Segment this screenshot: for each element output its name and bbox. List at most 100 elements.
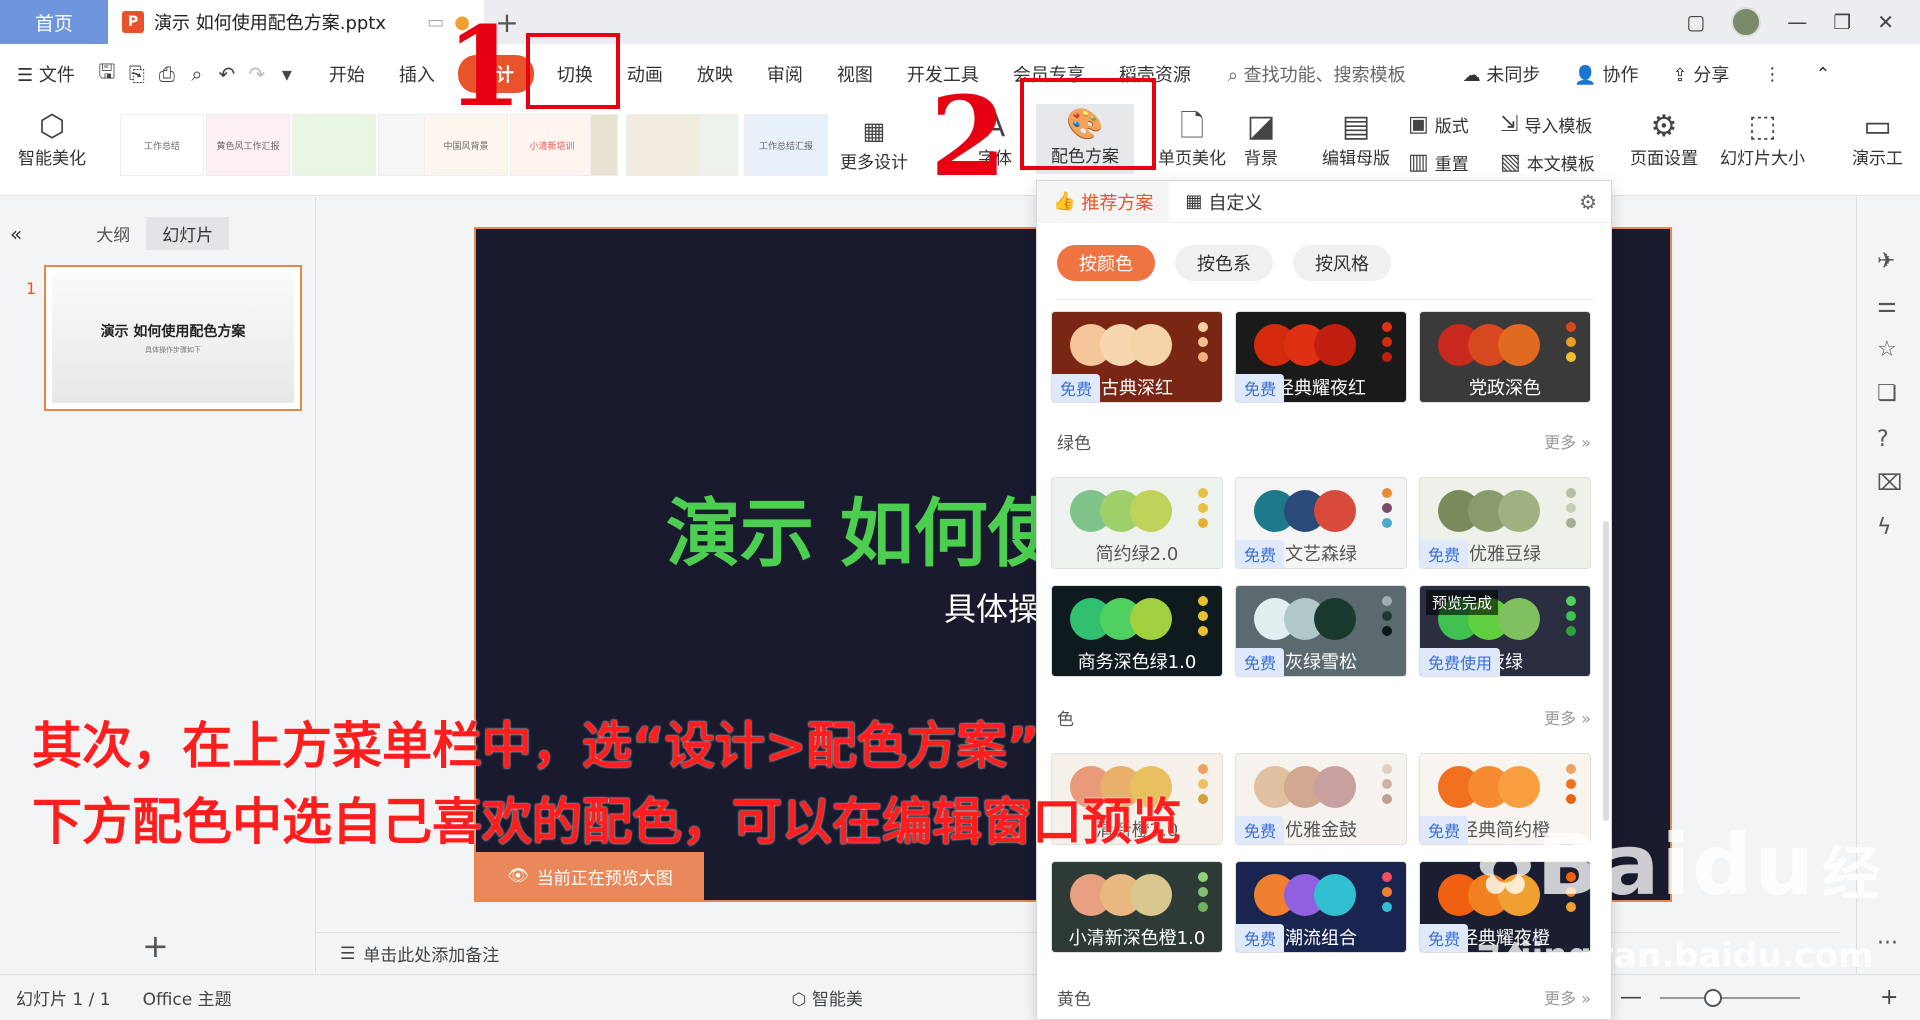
section-more-link[interactable]: 更多 » bbox=[1544, 429, 1591, 453]
help-icon[interactable]: ? bbox=[1877, 427, 1889, 452]
more-design-button[interactable]: ▦ 更多设计 bbox=[840, 114, 908, 173]
section-more-link[interactable]: 更多 » bbox=[1544, 705, 1591, 729]
settings-gear-icon[interactable]: ⚙ bbox=[1579, 190, 1597, 214]
paw-icon: ✿ bbox=[1476, 829, 1537, 911]
background-button[interactable]: ◪ 背景 bbox=[1244, 110, 1278, 170]
template-thumb[interactable]: 工作总结 bbox=[120, 114, 204, 176]
redo-icon[interactable]: ↷ bbox=[242, 62, 272, 86]
export-icon[interactable]: ⎘ bbox=[122, 62, 152, 86]
text-template-button[interactable]: ▧ 本文模板 bbox=[1500, 150, 1595, 175]
share-button[interactable]: ⇪ 分享 bbox=[1656, 61, 1747, 87]
edit-master-button[interactable]: ▤ 编辑母版 bbox=[1322, 110, 1390, 170]
close-icon[interactable]: ✕ bbox=[1877, 10, 1894, 34]
page-beautify-button[interactable]: 🗋 单页美化 bbox=[1158, 110, 1226, 170]
page-setup-button[interactable]: ⚙ 页面设置 bbox=[1630, 110, 1698, 170]
star-icon[interactable]: ☆ bbox=[1877, 337, 1897, 362]
collapse-ribbon-icon[interactable]: ⌃ bbox=[1798, 64, 1847, 85]
template-thumb[interactable]: 黄色风工作汇报 bbox=[206, 114, 290, 176]
scheme-name: 简约绿2.0 bbox=[1095, 544, 1179, 565]
sync-status[interactable]: ☁ 未同步 bbox=[1446, 61, 1558, 87]
slide-title[interactable]: 演示 如何使 bbox=[666, 474, 1062, 581]
file-menu[interactable]: ☰ 文件 bbox=[0, 61, 92, 87]
scheme-card[interactable]: 小清新深色橙1.0 bbox=[1051, 861, 1223, 953]
theme-name[interactable]: Office 主题 bbox=[143, 985, 232, 1010]
image-icon[interactable]: ⌧ bbox=[1877, 471, 1902, 496]
tab-review[interactable]: 审阅 bbox=[750, 61, 820, 87]
filter-by-color[interactable]: 按颜色 bbox=[1057, 245, 1155, 281]
scheme-card[interactable]: 优雅金鼓 免费 bbox=[1235, 753, 1407, 845]
panel-scrollbar[interactable] bbox=[1603, 521, 1609, 821]
accent-dots bbox=[1198, 488, 1208, 528]
scheme-card[interactable]: 党政深色 bbox=[1419, 311, 1591, 403]
monitor-icon[interactable]: ▭ bbox=[427, 12, 444, 33]
accent-dot bbox=[1382, 322, 1392, 332]
scheme-card[interactable]: 文艺森绿 免费 bbox=[1235, 477, 1407, 569]
scrollbar[interactable] bbox=[1812, 217, 1822, 897]
save-icon[interactable]: 🖫 bbox=[92, 57, 122, 91]
tab-animation[interactable]: 动画 bbox=[610, 61, 680, 87]
filter-by-style[interactable]: 按风格 bbox=[1293, 245, 1391, 281]
filter-by-hue[interactable]: 按色系 bbox=[1175, 245, 1273, 281]
scheme-card[interactable]: 古典深红 免费 bbox=[1051, 311, 1223, 403]
lightning-icon[interactable]: ϟ bbox=[1877, 515, 1892, 540]
scheme-card[interactable]: 简约绿2.0 bbox=[1051, 477, 1223, 569]
customize-icon[interactable]: ▾ bbox=[272, 62, 302, 86]
reset-button[interactable]: ▥ 重置 bbox=[1408, 150, 1469, 175]
print-preview-icon[interactable]: ⌕ bbox=[182, 62, 212, 86]
settings-sliders-icon[interactable]: ⚌ bbox=[1877, 293, 1897, 318]
tab-insert[interactable]: 插入 bbox=[382, 61, 452, 87]
template-thumb[interactable]: 工作总结汇报 bbox=[744, 114, 828, 176]
collapse-pane-icon[interactable]: « bbox=[10, 222, 22, 246]
collab-button[interactable]: 👤 协作 bbox=[1557, 61, 1655, 87]
accent-dot bbox=[1566, 626, 1576, 636]
template-thumb[interactable] bbox=[590, 114, 618, 176]
tab-recommend[interactable]: 👍 推荐方案 bbox=[1037, 181, 1170, 223]
layout-button[interactable]: ▣ 版式 bbox=[1408, 112, 1469, 137]
home-tab[interactable]: 首页 bbox=[0, 0, 108, 44]
present-tool-button[interactable]: ▭ 演示工 bbox=[1852, 110, 1903, 170]
thumbnail-subtitle: 具体操作步骤如下 bbox=[145, 346, 201, 354]
slides-pane: « 大纲 幻灯片 1 演示 如何使用配色方案 具体操作步骤如下 + bbox=[0, 197, 316, 973]
slide-thumbnail[interactable]: 演示 如何使用配色方案 具体操作步骤如下 bbox=[44, 265, 302, 411]
template-thumb[interactable] bbox=[292, 114, 376, 176]
scheme-card[interactable]: 潮流组合 免费 bbox=[1235, 861, 1407, 953]
undo-icon[interactable]: ↶ bbox=[212, 62, 242, 86]
scheme-name: 商务深色绿1.0 bbox=[1077, 652, 1197, 673]
tab-start[interactable]: 开始 bbox=[312, 61, 382, 87]
grid-icon: ▦ bbox=[862, 117, 886, 145]
slide-subtitle[interactable]: 具体操 bbox=[944, 584, 1040, 630]
add-slide-icon[interactable]: + bbox=[142, 927, 169, 965]
tab-custom[interactable]: ▦ 自定义 bbox=[1169, 181, 1278, 223]
template-thumb[interactable]: 小清新培训 bbox=[510, 114, 594, 176]
template-thumb[interactable] bbox=[626, 114, 710, 176]
scheme-card[interactable]: 灰绿雪松 免费 bbox=[1235, 585, 1407, 677]
accent-dot bbox=[1566, 337, 1576, 347]
document-tab[interactable]: P 演示 如何使用配色方案.pptx ▭ ● bbox=[108, 0, 484, 44]
import-template-button[interactable]: ⇲ 导入模板 bbox=[1500, 112, 1592, 137]
minimize-icon[interactable]: — bbox=[1787, 10, 1807, 34]
accent-dot bbox=[1382, 611, 1392, 621]
restore-icon[interactable]: ❐ bbox=[1833, 10, 1851, 34]
more-options-icon[interactable]: ⋮ bbox=[1746, 64, 1798, 85]
copy-icon[interactable]: ❏ bbox=[1877, 381, 1897, 406]
tab-slides[interactable]: 幻灯片 bbox=[146, 217, 230, 250]
template-thumb[interactable] bbox=[700, 114, 738, 176]
layout-icon[interactable]: ▢ bbox=[1686, 10, 1705, 34]
tab-outline[interactable]: 大纲 bbox=[80, 217, 146, 250]
print-icon[interactable]: ⎙ bbox=[152, 62, 182, 86]
slide-size-button[interactable]: ⬚ 幻灯片大小 bbox=[1720, 110, 1805, 170]
smart-status[interactable]: ⬡ 智能美 bbox=[792, 985, 863, 1010]
scheme-card[interactable]: 夜绿 免费使用 预览完成 bbox=[1419, 585, 1591, 677]
rocket-icon[interactable]: ✈ bbox=[1877, 249, 1895, 274]
accent-dot bbox=[1566, 503, 1576, 513]
search-box[interactable]: ⌕ 查找功能、搜索模板 bbox=[1228, 61, 1406, 87]
smart-beautify-button[interactable]: ⬡ 智能美化 bbox=[18, 110, 86, 170]
scheme-card[interactable]: 优雅豆绿 免费 bbox=[1419, 477, 1591, 569]
notes-placeholder: 单击此处添加备注 bbox=[363, 946, 500, 966]
tab-view[interactable]: 视图 bbox=[820, 61, 890, 87]
color-swatch bbox=[1314, 598, 1356, 640]
tab-slideshow[interactable]: 放映 bbox=[680, 61, 750, 87]
scheme-card[interactable]: 经典耀夜红 免费 bbox=[1235, 311, 1407, 403]
scheme-card[interactable]: 商务深色绿1.0 bbox=[1051, 585, 1223, 677]
avatar[interactable] bbox=[1731, 7, 1762, 37]
